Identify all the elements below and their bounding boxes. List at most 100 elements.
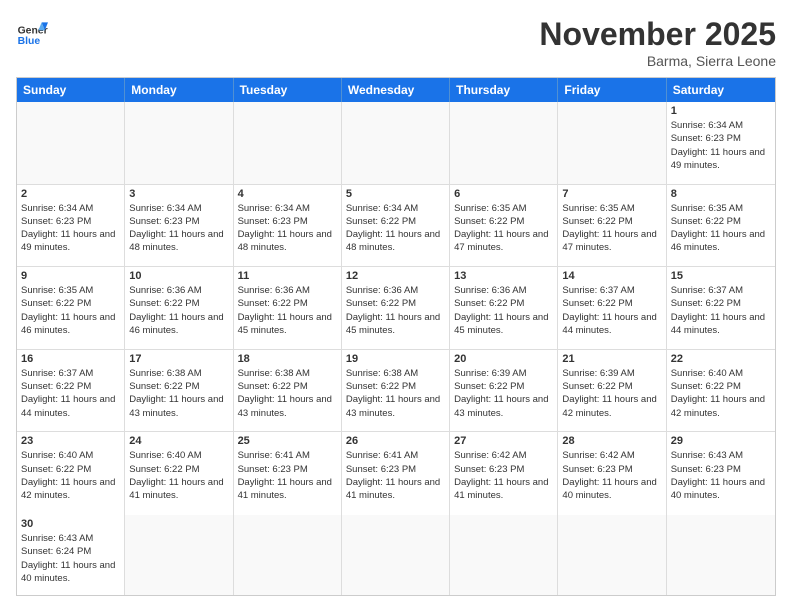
day-number: 2 [21,188,120,200]
location: Barma, Sierra Leone [539,53,776,69]
cell-text: Sunrise: 6:36 AM Sunset: 6:22 PM Dayligh… [238,284,337,337]
cell-text: Sunrise: 6:37 AM Sunset: 6:22 PM Dayligh… [21,367,120,420]
day-headers: SundayMondayTuesdayWednesdayThursdayFrid… [17,78,775,102]
day-number: 19 [346,353,445,365]
calendar-cell-empty-0 [17,102,125,185]
logo: General Blue [16,16,48,48]
calendar-cell-12: 12Sunrise: 6:36 AM Sunset: 6:22 PM Dayli… [342,267,450,350]
day-number: 30 [21,518,120,530]
cell-text: Sunrise: 6:34 AM Sunset: 6:23 PM Dayligh… [21,202,120,255]
calendar-grid: 1 Sunrise: 6:34 AM Sunset: 6:23 PM Daylig… [17,102,775,595]
calendar-cell-9: 9 Sunrise: 6:35 AM Sunset: 6:22 PM Daylig… [17,267,125,350]
calendar-cell-29: 29 Sunrise: 6:43 AM Sunset: 6:23 PM Dayli… [667,432,775,515]
calendar-cell-empty-39 [450,515,558,595]
cell-text: Sunrise: 6:36 AM Sunset: 6:22 PM Dayligh… [129,284,228,337]
calendar-cell-empty-3 [342,102,450,185]
cell-text: Sunrise: 6:39 AM Sunset: 6:22 PM Dayligh… [562,367,661,420]
cell-text: Sunrise: 6:37 AM Sunset: 6:22 PM Dayligh… [671,284,771,337]
day-number: 24 [129,435,228,447]
svg-text:Blue: Blue [18,36,41,47]
day-number: 15 [671,270,771,282]
page: General Blue November 2025 Barma, Sierra… [0,0,792,612]
calendar-cell-23: 23Sunrise: 6:40 AM Sunset: 6:22 PM Dayli… [17,432,125,515]
calendar-cell-empty-4 [450,102,558,185]
cell-text: Sunrise: 6:36 AM Sunset: 6:22 PM Dayligh… [346,284,445,337]
day-header-thursday: Thursday [450,78,558,102]
cell-text: Sunrise: 6:43 AM Sunset: 6:23 PM Dayligh… [671,449,771,502]
calendar-cell-7: 7Sunrise: 6:35 AM Sunset: 6:22 PM Daylig… [558,185,666,268]
calendar-cell-empty-5 [558,102,666,185]
day-number: 26 [346,435,445,447]
calendar-cell-6: 6 Sunrise: 6:35 AM Sunset: 6:22 PM Daylig… [450,185,558,268]
cell-text: Sunrise: 6:34 AM Sunset: 6:23 PM Dayligh… [129,202,228,255]
day-number: 1 [671,105,771,117]
calendar-cell-20: 20Sunrise: 6:39 AM Sunset: 6:22 PM Dayli… [450,350,558,433]
day-number: 27 [454,435,553,447]
day-header-friday: Friday [558,78,666,102]
cell-text: Sunrise: 6:40 AM Sunset: 6:22 PM Dayligh… [129,449,228,502]
day-number: 21 [562,353,661,365]
calendar-cell-empty-2 [234,102,342,185]
day-number: 13 [454,270,553,282]
calendar-cell-17: 17 Sunrise: 6:38 AM Sunset: 6:22 PM Dayli… [125,350,233,433]
day-number: 10 [129,270,228,282]
day-header-saturday: Saturday [667,78,775,102]
calendar-cell-11: 11 Sunrise: 6:36 AM Sunset: 6:22 PM Dayli… [234,267,342,350]
calendar-cell-22: 22 Sunrise: 6:40 AM Sunset: 6:22 PM Dayli… [667,350,775,433]
cell-text: Sunrise: 6:35 AM Sunset: 6:22 PM Dayligh… [671,202,771,255]
cell-text: Sunrise: 6:39 AM Sunset: 6:22 PM Dayligh… [454,367,553,420]
calendar-cell-5: 5 Sunrise: 6:34 AM Sunset: 6:22 PM Daylig… [342,185,450,268]
calendar-cell-30: 30Sunrise: 6:43 AM Sunset: 6:24 PM Dayli… [17,515,125,595]
day-number: 9 [21,270,120,282]
day-number: 11 [238,270,337,282]
cell-text: Sunrise: 6:40 AM Sunset: 6:22 PM Dayligh… [21,449,120,502]
calendar-cell-14: 14 Sunrise: 6:37 AM Sunset: 6:22 PM Dayli… [558,267,666,350]
day-number: 16 [21,353,120,365]
calendar-cell-empty-40 [558,515,666,595]
cell-text: Sunrise: 6:38 AM Sunset: 6:22 PM Dayligh… [129,367,228,420]
calendar-cell-24: 24 Sunrise: 6:40 AM Sunset: 6:22 PM Dayli… [125,432,233,515]
cell-text: Sunrise: 6:34 AM Sunset: 6:22 PM Dayligh… [346,202,445,255]
cell-text: Sunrise: 6:37 AM Sunset: 6:22 PM Dayligh… [562,284,661,337]
day-number: 5 [346,188,445,200]
day-header-wednesday: Wednesday [342,78,450,102]
day-number: 4 [238,188,337,200]
calendar-cell-25: 25 Sunrise: 6:41 AM Sunset: 6:23 PM Dayli… [234,432,342,515]
logo-icon: General Blue [16,16,48,48]
title-area: November 2025 Barma, Sierra Leone [539,16,776,69]
day-number: 3 [129,188,228,200]
day-number: 29 [671,435,771,447]
day-number: 28 [562,435,661,447]
month-title: November 2025 [539,16,776,53]
cell-text: Sunrise: 6:41 AM Sunset: 6:23 PM Dayligh… [346,449,445,502]
calendar-cell-8: 8 Sunrise: 6:35 AM Sunset: 6:22 PM Daylig… [667,185,775,268]
cell-text: Sunrise: 6:36 AM Sunset: 6:22 PM Dayligh… [454,284,553,337]
cell-text: Sunrise: 6:41 AM Sunset: 6:23 PM Dayligh… [238,449,337,502]
calendar-cell-18: 18Sunrise: 6:38 AM Sunset: 6:22 PM Dayli… [234,350,342,433]
day-header-tuesday: Tuesday [234,78,342,102]
day-number: 7 [562,188,661,200]
cell-text: Sunrise: 6:35 AM Sunset: 6:22 PM Dayligh… [454,202,553,255]
cell-text: Sunrise: 6:35 AM Sunset: 6:22 PM Dayligh… [21,284,120,337]
calendar-cell-4: 4 Sunrise: 6:34 AM Sunset: 6:23 PM Daylig… [234,185,342,268]
day-number: 22 [671,353,771,365]
day-number: 25 [238,435,337,447]
cell-text: Sunrise: 6:42 AM Sunset: 6:23 PM Dayligh… [562,449,661,502]
cell-text: Sunrise: 6:42 AM Sunset: 6:23 PM Dayligh… [454,449,553,502]
cell-text: Sunrise: 6:34 AM Sunset: 6:23 PM Dayligh… [238,202,337,255]
calendar: SundayMondayTuesdayWednesdayThursdayFrid… [16,77,776,596]
calendar-cell-21: 21 Sunrise: 6:39 AM Sunset: 6:22 PM Dayli… [558,350,666,433]
calendar-cell-19: 19Sunrise: 6:38 AM Sunset: 6:22 PM Dayli… [342,350,450,433]
day-number: 6 [454,188,553,200]
calendar-cell-27: 27 Sunrise: 6:42 AM Sunset: 6:23 PM Dayli… [450,432,558,515]
calendar-cell-15: 15 Sunrise: 6:37 AM Sunset: 6:22 PM Dayli… [667,267,775,350]
day-number: 17 [129,353,228,365]
calendar-cell-2: 2 Sunrise: 6:34 AM Sunset: 6:23 PM Daylig… [17,185,125,268]
cell-text: Sunrise: 6:40 AM Sunset: 6:22 PM Dayligh… [671,367,771,420]
calendar-cell-13: 13 Sunrise: 6:36 AM Sunset: 6:22 PM Dayli… [450,267,558,350]
calendar-cell-empty-37 [234,515,342,595]
day-number: 14 [562,270,661,282]
calendar-cell-26: 26 Sunrise: 6:41 AM Sunset: 6:23 PM Dayli… [342,432,450,515]
day-number: 8 [671,188,771,200]
calendar-cell-empty-1 [125,102,233,185]
